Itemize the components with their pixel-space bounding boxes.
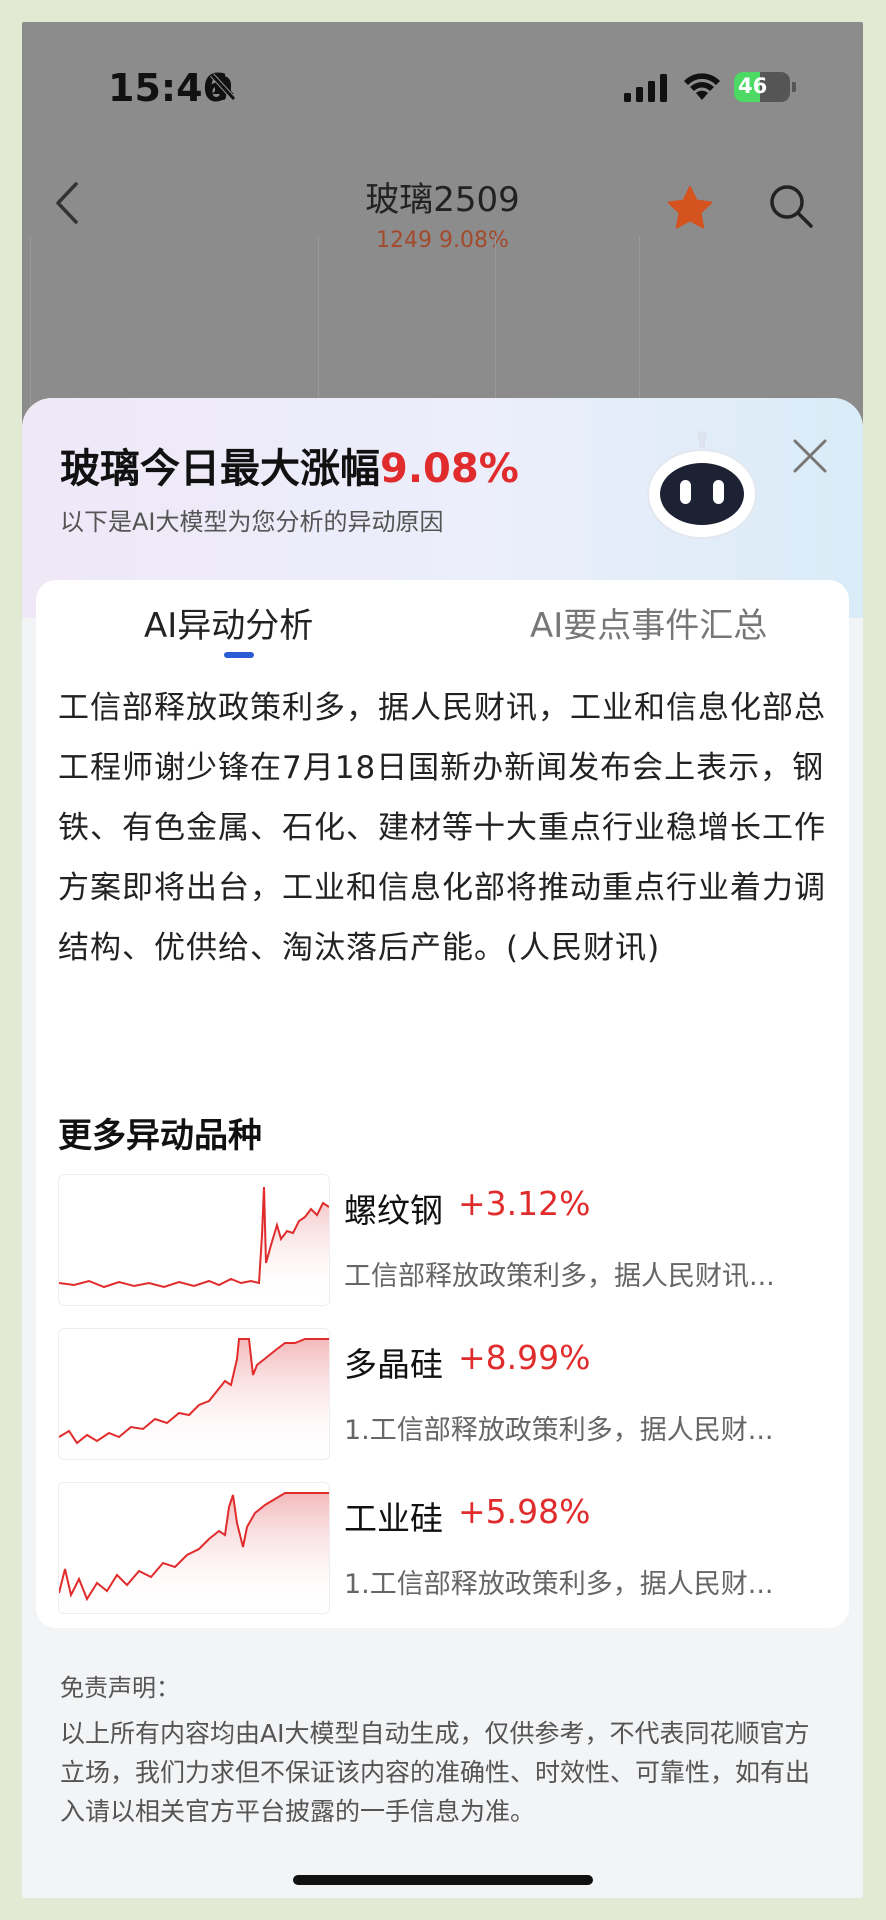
- more-movers-title: 更多异动品种: [58, 1116, 262, 1156]
- status-bar: 15:46 46: [22, 22, 863, 142]
- cellular-signal-icon: [624, 74, 668, 106]
- wifi-icon: [683, 72, 721, 106]
- ai-analysis-sheet: 玻璃今日最大涨幅9.08% 以下是AI大模型为您分析的异动原因 AI异动分析 A…: [22, 398, 863, 1898]
- item-name: 螺纹钢: [344, 1191, 443, 1230]
- polysilicon-sparkline: [58, 1328, 330, 1460]
- battery-percent: 46: [738, 74, 768, 98]
- item-name: 工业硅: [344, 1499, 443, 1538]
- item-change: +8.99%: [458, 1338, 591, 1377]
- industrial-silicon-sparkline: [58, 1482, 330, 1614]
- tab-ai-events[interactable]: AI要点事件汇总: [530, 598, 767, 647]
- disclaimer-text: 以上所有内容均由AI大模型自动生成，仅供参考，不代表同花顺官方立场，我们力求但不…: [60, 1719, 811, 1826]
- disclaimer-title: 免责声明：: [60, 1674, 180, 1702]
- list-item-polysilicon[interactable]: 多晶硅 +8.99% 1.工信部释放政策利多，据人民财...: [58, 1328, 838, 1464]
- item-desc: 1.工信部释放政策利多，据人民财...: [344, 1415, 774, 1446]
- item-change: +5.98%: [458, 1492, 591, 1531]
- nav-title: 玻璃2509: [365, 180, 520, 220]
- battery-tip: [792, 82, 796, 92]
- headline: 玻璃今日最大涨幅9.08%: [60, 436, 519, 494]
- analysis-card: AI异动分析 AI要点事件汇总 工信部释放政策利多，据人民财讯，工业和信息化部总…: [36, 580, 849, 1628]
- item-desc: 1.工信部释放政策利多，据人民财...: [344, 1569, 774, 1600]
- phone-screen: 15:46 46 玻璃2509 1249 9.08% 玻璃今日最大涨幅9.08%…: [22, 22, 863, 1898]
- close-icon[interactable]: [792, 438, 828, 478]
- item-desc: 工信部释放政策利多，据人民财讯...: [344, 1261, 775, 1292]
- item-name: 多晶硅: [344, 1345, 443, 1384]
- favorite-star-icon[interactable]: [666, 184, 714, 234]
- search-icon[interactable]: [767, 182, 815, 234]
- headline-text: 玻璃今日最大涨幅: [60, 446, 380, 492]
- analysis-text: 工信部释放政策利多，据人民财讯，工业和信息化部总工程师谢少锋在7月18日国新办新…: [58, 690, 826, 966]
- headline-subtitle: 以下是AI大模型为您分析的异动原因: [60, 508, 444, 536]
- item-change: +3.12%: [458, 1184, 591, 1223]
- tab-ai-analysis[interactable]: AI异动分析: [144, 598, 313, 647]
- home-indicator[interactable]: [293, 1875, 593, 1885]
- battery-icon: 46: [734, 72, 790, 102]
- ai-robot-icon: [642, 428, 762, 544]
- rebar-sparkline: [58, 1174, 330, 1306]
- list-item-industrial-silicon[interactable]: 工业硅 +5.98% 1.工信部释放政策利多，据人民财...: [58, 1482, 838, 1618]
- active-tab-indicator: [224, 652, 254, 658]
- bell-muted-icon: [208, 72, 238, 106]
- list-item-rebar[interactable]: 螺纹钢 +3.12% 工信部释放政策利多，据人民财讯...: [58, 1174, 838, 1310]
- headline-percent: 9.08%: [380, 446, 519, 492]
